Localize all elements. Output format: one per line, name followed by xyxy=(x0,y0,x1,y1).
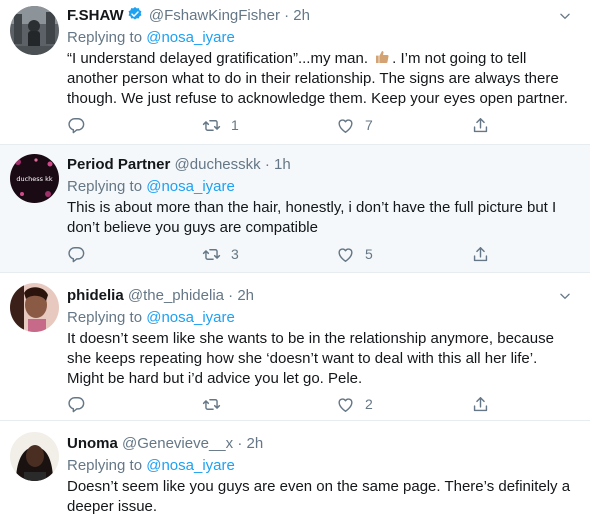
tweet-actions: 3 5 xyxy=(67,243,547,265)
reply-button[interactable] xyxy=(67,243,96,265)
timestamp[interactable]: 2h xyxy=(293,7,310,24)
retweet-button[interactable]: 1 xyxy=(202,114,239,136)
tweet-actions: 1 7 xyxy=(67,114,547,136)
author-handle[interactable]: @Genevieve__x xyxy=(122,435,233,452)
like-count: 2 xyxy=(365,396,373,412)
like-button[interactable]: 2 xyxy=(336,393,373,415)
share-button[interactable] xyxy=(471,243,490,265)
share-icon xyxy=(471,395,490,414)
tweet-text-part: “I understand delayed gratification”...m… xyxy=(67,50,373,67)
like-icon xyxy=(336,116,355,135)
separator-dot: · xyxy=(228,287,234,304)
tweet-phidelia[interactable]: phidelia @the_phidelia · 2h Replying to … xyxy=(0,273,590,421)
tweet-text: This is about more than the hair, honest… xyxy=(67,199,557,236)
thumbs-up-emoji-icon xyxy=(376,51,389,63)
like-button[interactable]: 7 xyxy=(336,114,373,136)
mention-link[interactable]: @nosa_iyare xyxy=(146,29,235,46)
tweet-actions: 2 xyxy=(67,393,547,415)
reply-icon xyxy=(67,395,86,414)
separator-dot: · xyxy=(264,156,270,173)
retweet-icon xyxy=(202,245,221,264)
retweet-button[interactable]: 3 xyxy=(202,243,239,265)
avatar[interactable] xyxy=(10,6,59,55)
avatar[interactable] xyxy=(10,432,59,481)
author-name[interactable]: Period Partner xyxy=(67,156,170,173)
reply-button[interactable] xyxy=(67,393,96,415)
separator-dot: · xyxy=(237,435,243,452)
author-handle[interactable]: @duchesskk xyxy=(175,156,261,173)
author-handle[interactable]: @the_phidelia xyxy=(128,287,224,304)
timestamp[interactable]: 1h xyxy=(274,156,291,173)
retweet-count: 1 xyxy=(231,117,239,133)
replying-to: Replying to @nosa_iyare xyxy=(67,308,578,328)
share-icon xyxy=(471,116,490,135)
chevron-down-icon[interactable] xyxy=(558,289,572,303)
author-name[interactable]: phidelia xyxy=(67,287,124,304)
like-count: 7 xyxy=(365,117,373,133)
mention-link[interactable]: @nosa_iyare xyxy=(146,457,235,474)
tweet-fshaw[interactable]: F.SHAW @FshawKingFisher · 2h Replying to… xyxy=(0,0,590,145)
verified-badge-icon xyxy=(128,7,142,20)
author-name[interactable]: F.SHAW xyxy=(67,7,124,24)
avatar-text: duchess kk xyxy=(16,175,53,183)
mention-link[interactable]: @nosa_iyare xyxy=(146,178,235,195)
tweet-unoma[interactable]: Unoma @Genevieve__x · 2h Replying to @no… xyxy=(0,421,590,517)
timestamp[interactable]: 2h xyxy=(246,435,263,452)
replying-to: Replying to @nosa_iyare xyxy=(67,28,578,48)
replying-to: Replying to @nosa_iyare xyxy=(67,456,578,476)
share-button[interactable] xyxy=(471,393,490,415)
retweet-button[interactable] xyxy=(202,393,231,415)
reply-button[interactable] xyxy=(67,114,96,136)
tweet-text: “I understand delayed gratification”...m… xyxy=(67,49,578,109)
avatar[interactable]: duchess kk xyxy=(10,154,59,203)
retweet-icon xyxy=(202,116,221,135)
retweet-icon xyxy=(202,395,221,414)
share-button[interactable] xyxy=(471,114,490,136)
like-count: 5 xyxy=(365,246,373,262)
reply-icon xyxy=(67,116,86,135)
replying-to-label: Replying to xyxy=(67,178,147,195)
replying-to-label: Replying to xyxy=(67,457,147,474)
tweet-text: Doesn’t seem like you guys are even on t… xyxy=(67,478,571,515)
author-handle[interactable]: @FshawKingFisher xyxy=(149,7,280,24)
chevron-down-icon[interactable] xyxy=(558,9,572,23)
author-name[interactable]: Unoma xyxy=(67,435,118,452)
separator-dot: · xyxy=(284,7,290,24)
tweet-period-partner[interactable]: duchess kk Period Partner @duchesskk · 1… xyxy=(0,145,590,273)
replying-to-label: Replying to xyxy=(67,309,147,326)
retweet-count: 3 xyxy=(231,246,239,262)
share-icon xyxy=(471,245,490,264)
replying-to: Replying to @nosa_iyare xyxy=(67,177,578,197)
replying-to-label: Replying to xyxy=(67,29,147,46)
reply-icon xyxy=(67,245,86,264)
timestamp[interactable]: 2h xyxy=(237,287,254,304)
mention-link[interactable]: @nosa_iyare xyxy=(146,309,235,326)
like-icon xyxy=(336,395,355,414)
tweet-text: It doesn’t seem like she wants to be in … xyxy=(67,330,554,387)
like-button[interactable]: 5 xyxy=(336,243,373,265)
avatar[interactable] xyxy=(10,283,59,332)
like-icon xyxy=(336,245,355,264)
